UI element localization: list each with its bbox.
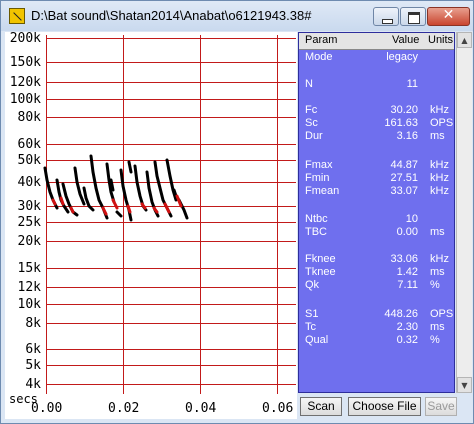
param-value: 33.07 bbox=[390, 185, 418, 197]
close-icon: ✕ bbox=[442, 7, 455, 23]
scroll-down-arrow-icon[interactable]: ▼ bbox=[457, 377, 472, 393]
param-unit: kHz bbox=[430, 172, 449, 184]
parameter-table-header: Param Value Units bbox=[299, 33, 454, 50]
x-tick-label: 0.02 bbox=[108, 401, 140, 416]
param-row-tbc: TBC 0.00 ms bbox=[299, 226, 454, 238]
scroll-up-arrow-icon[interactable]: ▲ bbox=[457, 32, 472, 48]
param-value: 44.87 bbox=[390, 159, 418, 171]
param-name: Fknee bbox=[305, 253, 336, 265]
save-button[interactable]: Save bbox=[425, 397, 457, 416]
param-value: 0.00 bbox=[396, 226, 418, 238]
param-row-tknee: Tknee 1.42 ms bbox=[299, 266, 454, 278]
window-title: D:\Bat sound\Shatan2014\Anabat\o6121943.… bbox=[31, 8, 312, 23]
param-name: Mode bbox=[305, 51, 333, 63]
x-tick-label: 0.00 bbox=[31, 401, 63, 416]
param-name: Qk bbox=[305, 279, 320, 291]
param-value: 0.32 bbox=[396, 334, 418, 346]
parameter-panel: Param Value Units Mode legacy N 11 Fc 30.20… bbox=[298, 32, 455, 393]
call-trace bbox=[59, 196, 65, 206]
choose-file-button[interactable]: Choose File bbox=[348, 397, 421, 416]
param-value: 2.30 bbox=[396, 321, 418, 333]
call-trace bbox=[115, 210, 123, 218]
bat-call-traces bbox=[43, 154, 189, 222]
call-trace bbox=[111, 198, 119, 210]
param-row-s1: S1 448.26 OPS bbox=[299, 308, 454, 320]
param-unit: ms bbox=[430, 321, 445, 333]
param-value: 30.20 bbox=[390, 104, 418, 116]
call-trace bbox=[82, 186, 95, 212]
call-trace bbox=[126, 204, 132, 214]
param-name: Fmean bbox=[305, 185, 340, 197]
param-row-ntbc: Ntbc 10 bbox=[299, 213, 454, 225]
param-value: 1.42 bbox=[396, 266, 418, 278]
app-icon[interactable] bbox=[9, 8, 25, 24]
param-name: Sc bbox=[305, 117, 318, 129]
param-unit: OPS bbox=[430, 117, 454, 129]
x-tick-label: 0.04 bbox=[185, 401, 217, 416]
maximize-button[interactable] bbox=[400, 7, 426, 26]
param-row-dur: Dur 3.16 ms bbox=[299, 130, 454, 142]
param-unit: kHz bbox=[430, 159, 449, 171]
param-name: S1 bbox=[305, 308, 319, 320]
param-value: 7.11 bbox=[397, 279, 418, 291]
param-name: Dur bbox=[305, 130, 323, 142]
param-row-fmean: Fmean 33.07 kHz bbox=[299, 185, 454, 197]
param-value: 27.51 bbox=[390, 172, 418, 184]
param-unit: ms bbox=[430, 130, 445, 142]
param-name: Qual bbox=[305, 334, 329, 346]
param-name: Ntbc bbox=[305, 213, 328, 225]
param-row-mode: Mode legacy bbox=[299, 51, 454, 63]
param-row-tc: Tc 2.30 ms bbox=[299, 321, 454, 333]
param-name: Tc bbox=[305, 321, 316, 333]
sonogram-plot[interactable]: 200k 150k 120k 100k 80k 60k 50k 40k 30k … bbox=[5, 32, 297, 419]
param-name: Fmax bbox=[305, 159, 333, 171]
call-trace bbox=[127, 160, 133, 174]
param-unit: kHz bbox=[430, 104, 449, 116]
param-row-n: N 11 bbox=[299, 78, 454, 90]
header-param: Param bbox=[305, 34, 338, 46]
param-unit: % bbox=[430, 334, 440, 346]
param-unit: % bbox=[430, 279, 440, 291]
param-value: 3.16 bbox=[396, 130, 418, 142]
call-trace bbox=[133, 164, 148, 212]
call-trace bbox=[163, 202, 171, 214]
param-unit: kHz bbox=[430, 253, 449, 265]
call-trace bbox=[51, 198, 57, 206]
param-value: 11 bbox=[406, 78, 418, 90]
header-value: Value bbox=[392, 34, 420, 46]
param-name: Tknee bbox=[305, 266, 336, 278]
scan-button[interactable]: Scan bbox=[300, 397, 342, 416]
param-row-fknee: Fknee 33.06 kHz bbox=[299, 253, 454, 265]
param-name: N bbox=[305, 78, 313, 90]
param-unit: OPS bbox=[430, 308, 454, 320]
param-value: 10 bbox=[405, 213, 418, 225]
param-value: legacy bbox=[386, 51, 418, 63]
param-name: Fc bbox=[305, 104, 318, 116]
param-row-fmax: Fmax 44.87 kHz bbox=[299, 159, 454, 171]
title-bar[interactable]: D:\Bat sound\Shatan2014\Anabat\o6121943.… bbox=[1, 1, 473, 31]
param-row-fmin: Fmin 27.51 kHz bbox=[299, 172, 454, 184]
param-value: 448.26 bbox=[384, 308, 418, 320]
param-row-fc: Fc 30.20 kHz bbox=[299, 104, 454, 116]
param-name: Fmin bbox=[305, 172, 330, 184]
x-tick-label: 0.06 bbox=[262, 401, 294, 416]
call-trace bbox=[109, 178, 115, 192]
param-unit: ms bbox=[430, 266, 445, 278]
call-trace bbox=[69, 206, 75, 214]
param-row-qk: Qk 7.11% bbox=[299, 279, 454, 291]
param-unit: ms bbox=[430, 226, 445, 238]
param-unit: kHz bbox=[430, 185, 449, 197]
call-trace bbox=[73, 166, 86, 206]
header-units: Units bbox=[428, 34, 454, 46]
close-button[interactable]: ✕ bbox=[427, 7, 470, 26]
parameter-scrollbar[interactable]: ▲ ▼ bbox=[456, 32, 472, 393]
minimize-button[interactable] bbox=[373, 7, 399, 26]
param-row-sc: Sc 161.63 OPS bbox=[299, 117, 454, 129]
param-value: 161.63 bbox=[384, 117, 418, 129]
param-value: 33.06 bbox=[390, 253, 418, 265]
call-trace bbox=[175, 194, 183, 208]
app-window: D:\Bat sound\Shatan2014\Anabat\o6121943.… bbox=[0, 0, 474, 424]
param-name: TBC bbox=[305, 226, 327, 238]
param-row-qual: Qual 0.32% bbox=[299, 334, 454, 346]
